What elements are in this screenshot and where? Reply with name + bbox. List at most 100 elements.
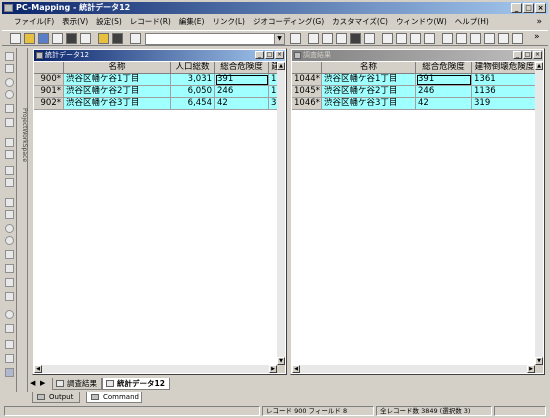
row-header[interactable]: 901* — [34, 86, 64, 98]
column-header[interactable]: 名称 — [322, 62, 416, 74]
menu-geocoding[interactable]: ジオコーディング(G) — [249, 15, 328, 29]
project-workspace-tab[interactable]: ProjectWorkSpace — [17, 48, 28, 392]
scroll-left-icon[interactable]: ◀ — [292, 365, 300, 373]
menu-help[interactable]: ヘルプ(H) — [451, 15, 493, 29]
tab-prev-icon[interactable]: ◀ — [30, 379, 35, 387]
table-row[interactable]: 1044* 渋谷区幡ケ谷1丁目 391 1361 — [292, 74, 535, 86]
info-tool-icon[interactable] — [5, 104, 14, 113]
arrow-tool-icon[interactable] — [5, 52, 14, 61]
menu-edit[interactable]: 編集(E) — [175, 15, 209, 29]
table-row[interactable]: 900* 渋谷区幡ケ谷1丁目 3,031 391 136 — [34, 74, 277, 86]
node-tool-icon[interactable] — [5, 310, 14, 319]
tab-statistics-data[interactable]: 統計データ12 — [102, 378, 170, 390]
cell-name[interactable]: 渋谷区幡ケ谷1丁目 — [64, 74, 171, 86]
cell-building[interactable]: 319 — [472, 98, 535, 110]
tab-output[interactable]: Output — [32, 392, 80, 403]
row-header[interactable]: 1044* — [292, 74, 322, 86]
cell-building[interactable]: 1136 — [472, 86, 535, 98]
draw-circle-icon[interactable] — [5, 224, 14, 233]
cell-population[interactable]: 6,050 — [171, 86, 215, 98]
grid-corner[interactable] — [34, 62, 64, 74]
vertical-scrollbar[interactable]: ▲ ▼ — [535, 62, 543, 365]
draw-line-icon[interactable] — [5, 210, 14, 219]
layer-combo[interactable]: ▼ — [145, 33, 285, 45]
cell-building[interactable]: 1361 — [472, 74, 535, 86]
cell-risk[interactable]: 42 — [215, 98, 269, 110]
draw-point-icon[interactable] — [5, 198, 14, 207]
scroll-right-icon[interactable]: ▶ — [269, 365, 277, 373]
measure-icon[interactable] — [5, 118, 14, 127]
draw-ellipse-icon[interactable] — [5, 236, 14, 245]
cell-risk[interactable]: 391 — [416, 74, 472, 86]
child-maximize-button[interactable]: □ — [523, 51, 532, 59]
draw-rect-icon[interactable] — [5, 250, 14, 259]
text-tool-icon[interactable] — [5, 278, 14, 287]
child-close-button[interactable]: × — [275, 51, 284, 59]
column-header[interactable]: 総合危険度 — [416, 62, 472, 74]
select-icon[interactable] — [290, 33, 301, 44]
cell-risk[interactable]: 246 — [215, 86, 269, 98]
query-icon[interactable] — [322, 33, 333, 44]
cell-risk[interactable]: 391 — [215, 74, 269, 86]
erase-tool-icon[interactable] — [5, 324, 14, 333]
zoom-icon[interactable] — [308, 33, 319, 44]
cell-building[interactable]: 319 — [269, 98, 277, 110]
cell-population[interactable]: 3,031 — [171, 74, 215, 86]
table-row[interactable]: 1046* 渋谷区幡ケ谷3丁目 42 319 — [292, 98, 535, 110]
row-header[interactable]: 902* — [34, 98, 64, 110]
scroll-left-icon[interactable]: ◀ — [34, 365, 42, 373]
select-poly-icon[interactable] — [5, 178, 14, 187]
table-row[interactable]: 901* 渋谷区幡ケ谷2丁目 6,050 246 113 — [34, 86, 277, 98]
save-icon[interactable] — [38, 33, 49, 44]
table-row[interactable]: 1045* 渋谷区幡ケ谷2丁目 246 1136 — [292, 86, 535, 98]
menu-customize[interactable]: カスタマイズ(C) — [328, 15, 392, 29]
tool8-icon[interactable] — [470, 33, 481, 44]
horizontal-scrollbar[interactable]: ◀ ▶ — [34, 365, 277, 373]
cell-risk[interactable]: 246 — [416, 86, 472, 98]
cell-name[interactable]: 渋谷区幡ケ谷1丁目 — [322, 74, 416, 86]
column-header[interactable]: 人口総数 — [171, 62, 215, 74]
tool3-icon[interactable] — [396, 33, 407, 44]
grid2-tool-icon[interactable] — [5, 150, 14, 159]
column-header[interactable]: 名称 — [64, 62, 171, 74]
tool6-icon[interactable] — [442, 33, 453, 44]
zoom-out-icon[interactable] — [5, 90, 14, 99]
child-minimize-button[interactable]: _ — [513, 51, 522, 59]
tab-next-icon[interactable]: ▶ — [40, 379, 45, 387]
column-header[interactable]: 総合危険度 — [215, 62, 269, 74]
scroll-down-icon[interactable]: ▼ — [277, 357, 285, 365]
maximize-button[interactable]: □ — [523, 3, 534, 13]
tool5-icon[interactable] — [424, 33, 435, 44]
cell-name[interactable]: 渋谷区幡ケ谷3丁目 — [64, 98, 171, 110]
tool11-icon[interactable] — [512, 33, 523, 44]
table-row[interactable]: 902* 渋谷区幡ケ谷3丁目 6,454 42 319 — [34, 98, 277, 110]
row-header[interactable]: 1046* — [292, 98, 322, 110]
scroll-up-icon[interactable]: ▲ — [535, 62, 543, 70]
map-icon[interactable] — [130, 33, 141, 44]
cell-name[interactable]: 渋谷区幡ケ谷2丁目 — [64, 86, 171, 98]
horizontal-scrollbar[interactable]: ◀ ▶ — [292, 365, 535, 373]
tab-survey-results[interactable]: 調査結果 — [52, 378, 102, 390]
menu-record[interactable]: レコード(R) — [126, 15, 175, 29]
paint-icon[interactable] — [5, 340, 14, 349]
vertical-scrollbar[interactable]: ▲ ▼ — [277, 62, 285, 365]
tool7-icon[interactable] — [456, 33, 467, 44]
table-icon[interactable] — [112, 33, 123, 44]
tool10-icon[interactable] — [498, 33, 509, 44]
draw-poly-icon[interactable] — [5, 264, 14, 273]
chevron-down-icon[interactable]: ▼ — [274, 34, 284, 44]
grid-tool-icon[interactable] — [5, 138, 14, 147]
menu-file[interactable]: ファイル(F) — [10, 15, 58, 29]
scroll-down-icon[interactable]: ▼ — [535, 357, 543, 365]
close-button[interactable]: × — [535, 3, 546, 13]
row-header[interactable]: 900* — [34, 74, 64, 86]
cell-building[interactable]: 113 — [269, 86, 277, 98]
column-header[interactable]: 建 — [269, 62, 277, 74]
open-icon[interactable] — [24, 33, 35, 44]
new-icon[interactable] — [10, 33, 21, 44]
tool2-icon[interactable] — [382, 33, 393, 44]
layer-icon[interactable] — [80, 33, 91, 44]
child-maximize-button[interactable]: □ — [265, 51, 274, 59]
menu-link[interactable]: リンク(L) — [208, 15, 249, 29]
grid-corner[interactable] — [292, 62, 322, 74]
